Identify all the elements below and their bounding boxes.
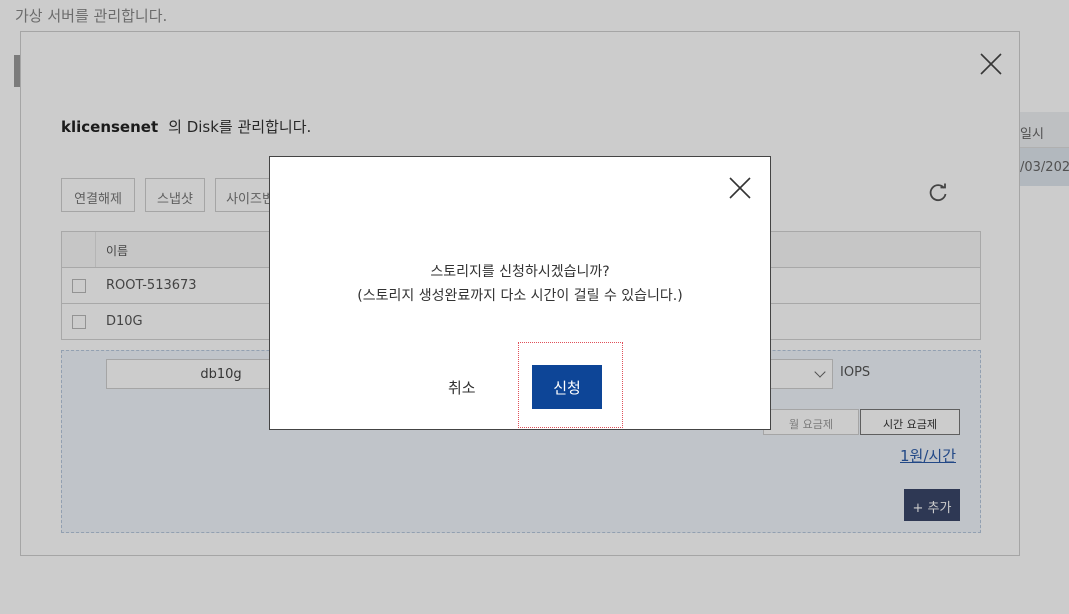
close-icon[interactable] [728,176,752,200]
cancel-button[interactable]: 취소 [448,377,476,398]
confirm-submessage: (스토리지 생성완료까지 다소 시간이 걸릴 수 있습니다.) [357,288,683,304]
confirm-message: 스토리지를 신청하시겠습니까? [430,264,610,280]
apply-button[interactable]: 신청 [532,365,602,409]
confirm-dialog: 스토리지를 신청하시겠습니까? (스토리지 생성완료까지 다소 시간이 걸릴 수… [269,156,771,430]
